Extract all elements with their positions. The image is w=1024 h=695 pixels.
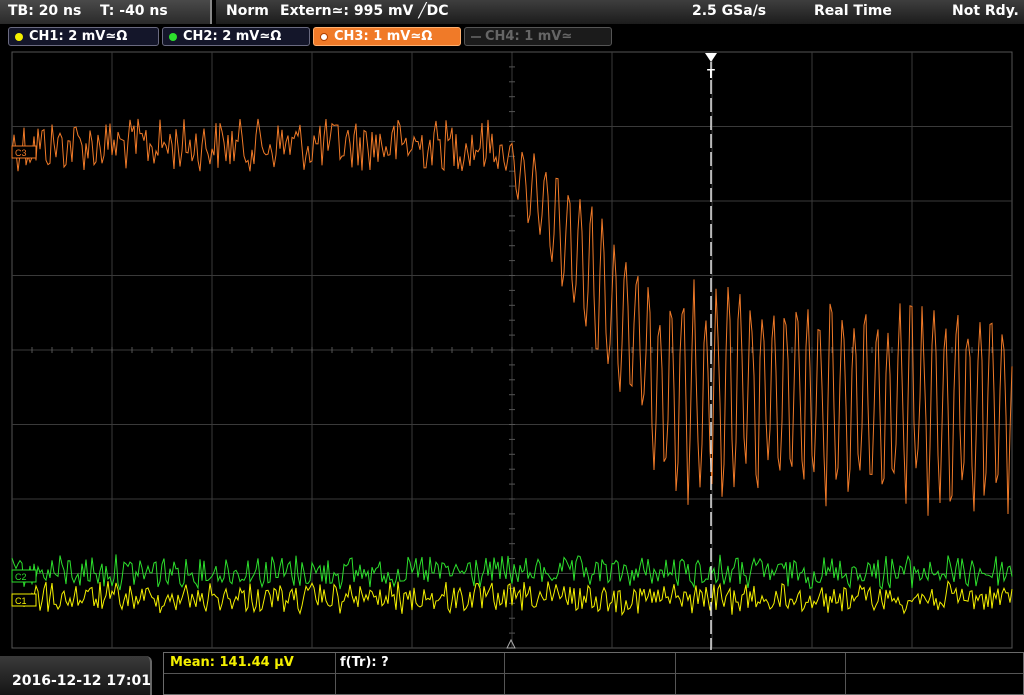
trigger-mode: Norm [226, 3, 269, 19]
channel-bar: CH1: 2 mV≃Ω CH2: 2 mV≃Ω CH3: 1 mV≃Ω CH4:… [0, 24, 1024, 50]
trigger-source: Extern≃: 995 mV ╱DC [280, 3, 449, 19]
trigger-status-box[interactable]: Norm Extern≃: 995 mV ╱DC 2.5 GSa/s Real … [216, 0, 1024, 24]
fall-time-measurement[interactable]: f(Tr): ? [340, 655, 389, 670]
channel-3-tab[interactable]: CH3: 1 mV≃Ω [313, 27, 461, 46]
timebase-box[interactable]: TB: 20 ns T: -40 ns [0, 0, 212, 24]
channel-1-label: CH1: 2 mV≃Ω [29, 29, 128, 44]
channel-3-offset-marker[interactable]: C3 [11, 145, 37, 159]
mean-measurement[interactable]: Mean: 141.44 µV [170, 655, 294, 670]
channel-1-tab[interactable]: CH1: 2 mV≃Ω [8, 27, 159, 46]
acquisition-state: Not Rdy. [952, 3, 1019, 19]
acquisition-mode: Real Time [814, 3, 892, 19]
channel-1-indicator-icon [15, 33, 23, 41]
datetime-box: 2016-12-12 17:01 [0, 656, 152, 695]
channel-2-indicator-icon [169, 33, 177, 41]
timebase-label: TB: 20 ns [8, 3, 82, 19]
waveform-display[interactable]: T C3 C2 C1 [0, 50, 1024, 650]
trigger-position-label: T: -40 ns [100, 3, 168, 19]
datetime-label: 2016-12-12 17:01 [12, 673, 151, 689]
sample-rate: 2.5 GSa/s [692, 3, 767, 19]
channel-3-indicator-icon [320, 33, 328, 41]
channel-1-marker-label: C1 [15, 596, 27, 606]
channel-1-offset-marker[interactable]: C1 [11, 593, 37, 607]
channel-2-marker-label: C2 [15, 572, 27, 582]
channel-2-tab[interactable]: CH2: 2 mV≃Ω [162, 27, 310, 46]
channel-4-label: CH4: 1 mV≃ [485, 29, 573, 44]
channel-4-indicator-icon [471, 36, 481, 38]
channel-3-label: CH3: 1 mV≃Ω [334, 29, 433, 44]
channel-2-label: CH2: 2 mV≃Ω [183, 29, 282, 44]
channel-4-tab[interactable]: CH4: 1 mV≃ [464, 27, 612, 46]
measurement-panel[interactable]: Mean: 141.44 µV f(Tr): ? [163, 652, 1024, 695]
top-status-bar: TB: 20 ns T: -40 ns Norm Extern≃: 995 mV… [0, 0, 1024, 24]
channel-2-offset-marker[interactable]: C2 [11, 569, 37, 583]
trigger-marker-label: T [707, 66, 715, 81]
channel-3-marker-label: C3 [15, 148, 27, 158]
